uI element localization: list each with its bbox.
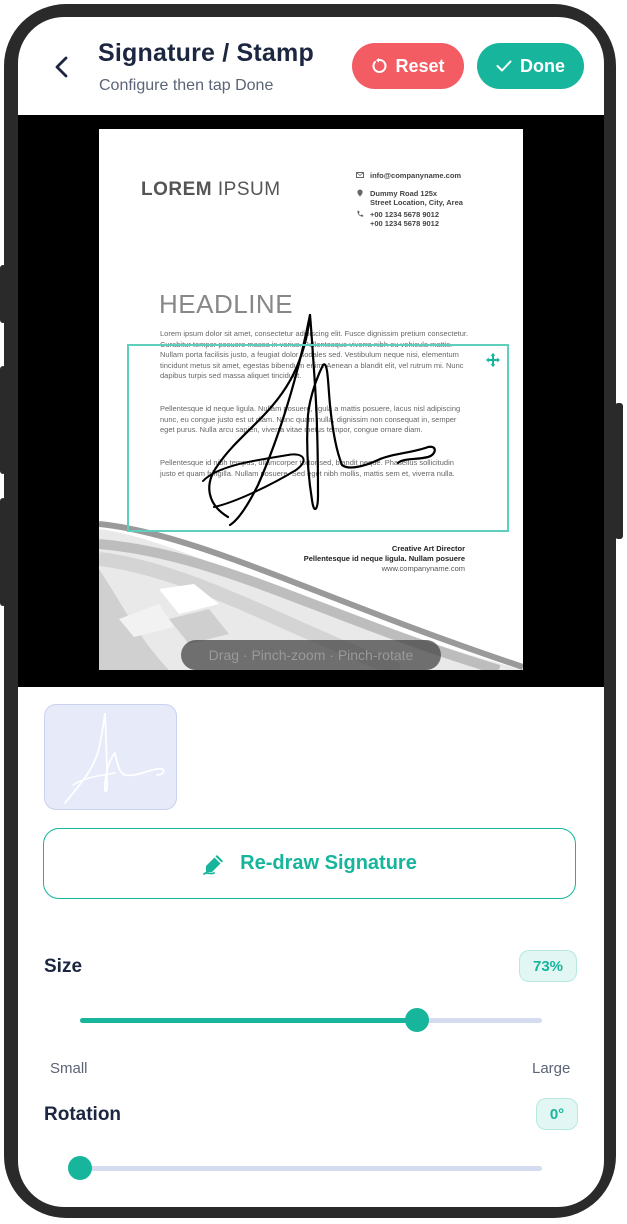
signature-thumbnail-graphic — [64, 712, 165, 804]
chevron-left-icon — [55, 56, 68, 78]
rotation-slider[interactable] — [68, 1156, 542, 1180]
size-label: Size — [44, 956, 83, 977]
redraw-signature-button[interactable]: Re-draw Signature — [43, 828, 576, 899]
gesture-hint: Drag · Pinch-zoom · Pinch-rotate — [181, 640, 441, 670]
done-label: Done — [520, 55, 565, 76]
app-screen: Signature / Stamp Configure then tap Don… — [18, 17, 604, 1207]
page-title: Signature / Stamp — [98, 39, 314, 67]
pen-edit-icon — [203, 854, 224, 875]
size-slider-fill — [80, 1018, 418, 1023]
redraw-label: Re-draw Signature — [240, 852, 417, 874]
rotation-value-badge: 0° — [536, 1098, 578, 1130]
reset-label: Reset — [395, 55, 445, 76]
document-preview[interactable]: LOREM IPSUM info@companyname.com Dummy R… — [18, 115, 604, 687]
page-subtitle: Configure then tap Done — [99, 77, 274, 94]
check-icon — [496, 60, 512, 72]
size-min-label: Small — [50, 1060, 88, 1077]
refresh-icon — [372, 58, 387, 73]
signature-thumbnail[interactable] — [44, 704, 177, 810]
phone-side-button — [615, 403, 623, 539]
done-button[interactable]: Done — [477, 43, 584, 89]
rotation-label: Rotation — [44, 1104, 122, 1125]
phone-side-button — [0, 265, 6, 323]
rotation-slider-handle[interactable] — [68, 1156, 92, 1180]
size-slider-handle[interactable] — [405, 1008, 430, 1032]
back-button[interactable] — [48, 53, 76, 81]
reset-button[interactable]: Reset — [352, 43, 464, 89]
phone-side-button — [0, 366, 6, 474]
signature-selection-box[interactable] — [127, 344, 509, 532]
phone-side-button — [0, 498, 6, 606]
size-value-badge: 73% — [519, 950, 577, 982]
size-max-label: Large — [532, 1060, 571, 1077]
move-icon[interactable] — [485, 352, 501, 368]
size-slider[interactable] — [80, 1008, 542, 1032]
